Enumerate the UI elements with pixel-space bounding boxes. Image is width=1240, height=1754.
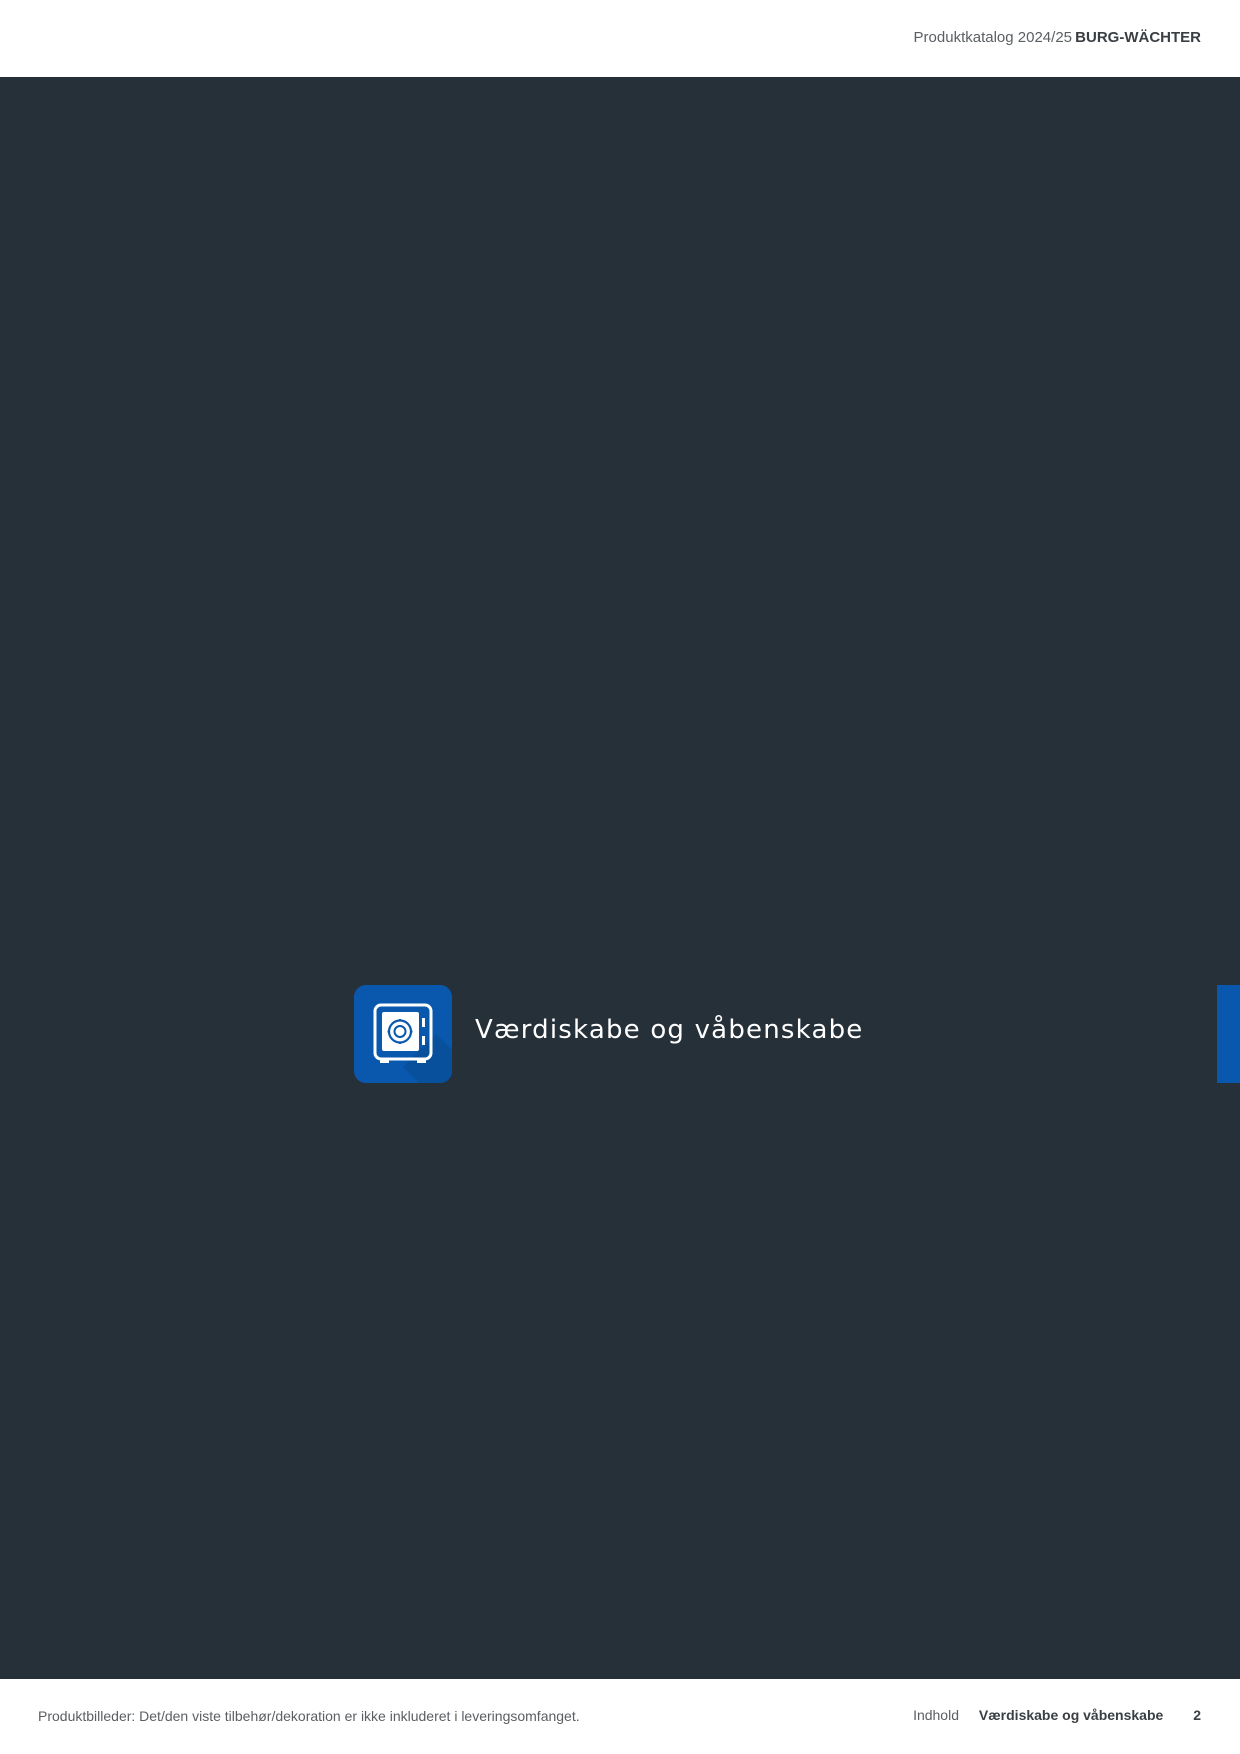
safe-icon — [373, 1003, 452, 1083]
brand-label: BURG-WÄCHTER — [1075, 29, 1201, 46]
section-cover-panel — [0, 77, 1240, 1679]
footer-navigation: Indhold Værdiskabe og våbenskabe 2 — [913, 1707, 1201, 1723]
catalog-label: Produktkatalog 2024/25 — [913, 29, 1072, 46]
section-title: Værdiskabe og våbenskabe — [475, 1015, 864, 1045]
footer-disclaimer: Produktbilleder: Det/den viste tilbehør/… — [38, 1708, 580, 1724]
nav-current-section[interactable]: Værdiskabe og våbenskabe — [979, 1707, 1163, 1723]
section-side-tab[interactable] — [1217, 985, 1240, 1083]
nav-contents-link[interactable]: Indhold — [913, 1707, 959, 1723]
section-icon-tile — [354, 985, 452, 1083]
page-footer: Produktbilleder: Det/den viste tilbehør/… — [0, 1679, 1240, 1754]
page-header: Produktkatalog 2024/25 BURG-WÄCHTER — [0, 0, 1240, 77]
page-number: 2 — [1193, 1707, 1201, 1723]
